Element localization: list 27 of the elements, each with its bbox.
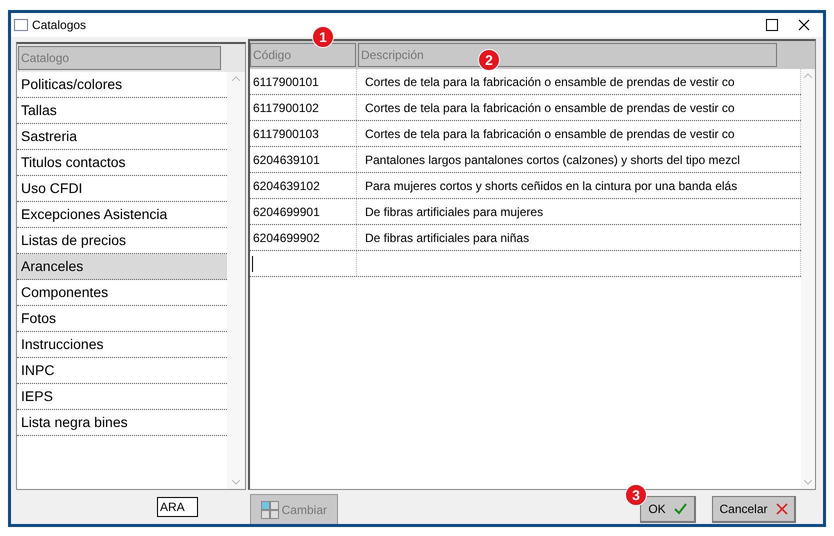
new-row-cell[interactable] xyxy=(250,251,357,276)
table-cell: 6117900102 xyxy=(250,95,357,120)
grid-icon xyxy=(261,500,279,518)
table-cell: 6204699901 xyxy=(250,199,357,224)
text-cursor xyxy=(252,256,253,272)
catalog-item[interactable]: Aranceles xyxy=(17,254,227,280)
window-title: Catalogos xyxy=(32,17,86,34)
window-icon xyxy=(14,19,28,31)
table-cell: 6204639101 xyxy=(250,147,357,172)
scroll-up-icon[interactable] xyxy=(804,73,812,78)
scrollbar[interactable] xyxy=(801,69,815,489)
table-cell: 6204639102 xyxy=(250,173,357,198)
close-icon xyxy=(776,502,788,514)
table-cell: 6117900101 xyxy=(250,69,357,94)
column-header: Catalogo xyxy=(18,46,221,70)
search-field[interactable]: ARA xyxy=(157,497,198,517)
scroll-down-icon[interactable] xyxy=(804,480,812,485)
scrollbar[interactable] xyxy=(227,72,245,489)
ok-button[interactable]: OK xyxy=(640,496,696,522)
scroll-up-icon[interactable] xyxy=(232,76,240,81)
check-icon xyxy=(674,502,687,514)
cancel-button[interactable]: Cancelar xyxy=(712,496,796,522)
maximize-button[interactable] xyxy=(766,19,778,31)
scroll-down-icon[interactable] xyxy=(232,480,240,485)
close-icon[interactable] xyxy=(798,19,810,31)
table-cell: 6117900103 xyxy=(250,121,357,146)
table-cell: 6204699902 xyxy=(250,225,357,250)
